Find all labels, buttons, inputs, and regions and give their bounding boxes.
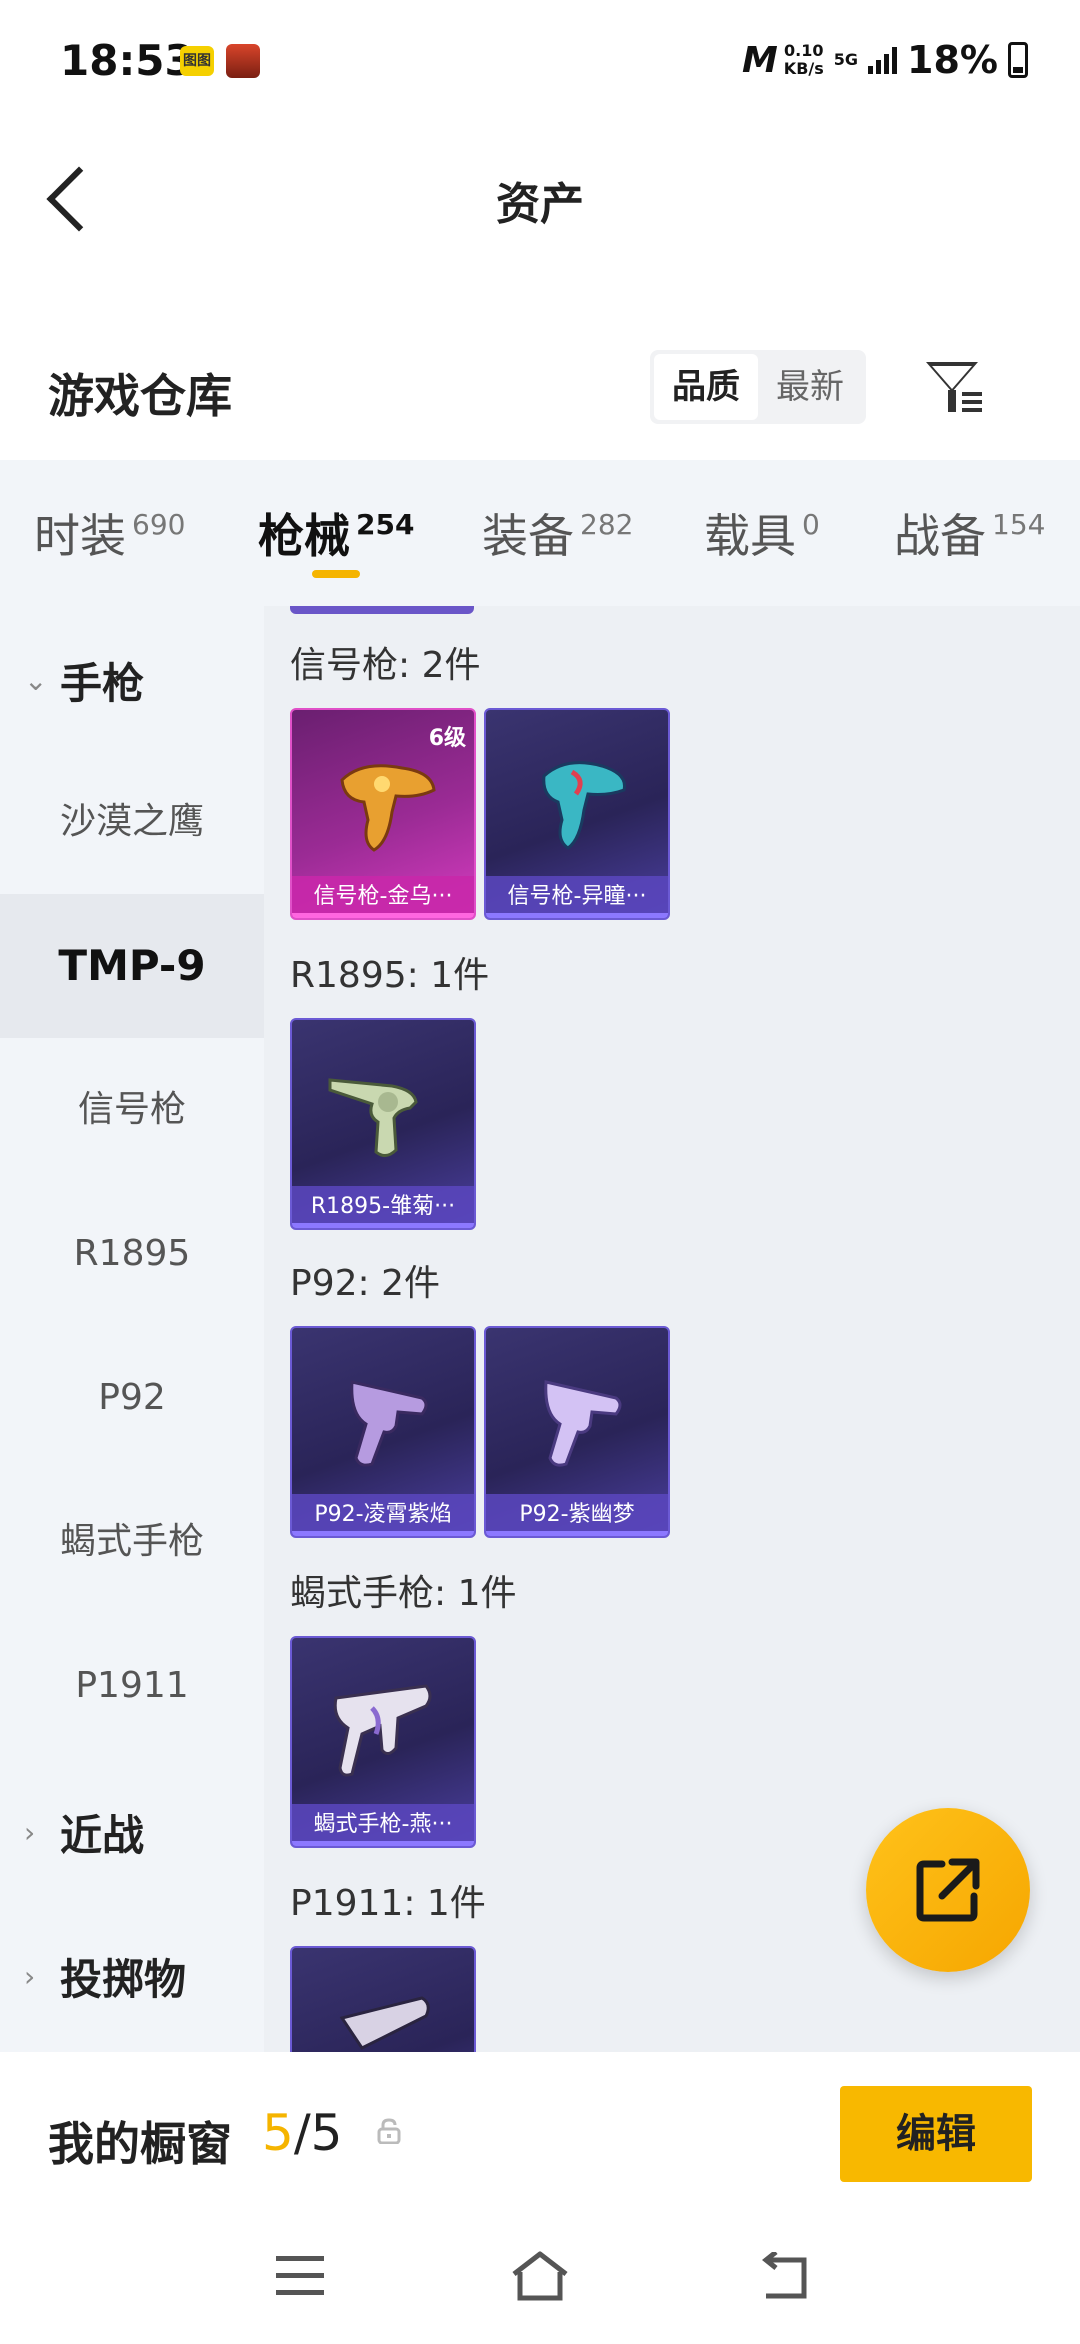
level-badge: 6级 bbox=[428, 726, 466, 751]
share-button[interactable] bbox=[866, 1808, 1030, 1972]
page-title: 资产 bbox=[496, 179, 584, 230]
scorpion-pistol-icon bbox=[333, 1684, 432, 1777]
weapon-card[interactable]: R1895-雏菊··· bbox=[290, 1018, 476, 1230]
weapon-card[interactable]: 6级 信号枪-金乌··· bbox=[290, 708, 476, 920]
home-icon[interactable] bbox=[510, 2250, 570, 2302]
sidebar-group-label: 手枪 bbox=[60, 659, 145, 708]
tab-label: 战备 bbox=[894, 509, 986, 563]
edit-button[interactable]: 编辑 bbox=[840, 2086, 1032, 2182]
sidebar-group-label: 投掷物 bbox=[60, 1955, 187, 2004]
network-speed: 0.10 KB/s bbox=[784, 42, 824, 78]
weapon-card-name: P92-紫幽梦 bbox=[486, 1494, 668, 1536]
weapon-card[interactable]: 信号枪-异瞳··· bbox=[484, 708, 670, 920]
cell-signal-icon bbox=[868, 46, 898, 74]
section-title: R1895: 1件 bbox=[290, 955, 490, 996]
system-nav-bar bbox=[0, 2222, 1080, 2344]
tab-label: 枪械 bbox=[258, 509, 350, 563]
sidebar-item-p1911[interactable]: P1911 bbox=[0, 1614, 264, 1758]
active-tab-indicator bbox=[312, 570, 360, 578]
tab-vehicles[interactable]: 载具 0 bbox=[704, 500, 820, 566]
tab-count: 690 bbox=[132, 508, 186, 541]
sidebar-item-scorpion[interactable]: 蝎式手枪 bbox=[0, 1470, 264, 1614]
battery-icon bbox=[1008, 42, 1028, 78]
network-type: 5G bbox=[833, 50, 859, 69]
tab-fashion[interactable]: 时装 690 bbox=[34, 500, 185, 566]
sidebar-group-pistol[interactable]: ⌄ 手枪 bbox=[0, 606, 264, 750]
showcase-current: 5 bbox=[262, 2104, 294, 2162]
weapon-card-name: 蝎式手枪-燕··· bbox=[292, 1804, 474, 1846]
tab-tactical[interactable]: 战备 154 bbox=[894, 500, 1045, 566]
showcase-label: 我的橱窗 bbox=[48, 2117, 232, 2171]
tab-firearms[interactable]: 枪械 254 bbox=[258, 500, 414, 566]
section-title: 蝎式手枪: 1件 bbox=[290, 1573, 517, 1614]
pistol-violet-icon bbox=[544, 1380, 622, 1467]
status-right-group: M 0.10 KB/s 5G 18% bbox=[742, 38, 1028, 82]
tab-label: 时装 bbox=[34, 509, 126, 563]
tab-label: 装备 bbox=[482, 509, 574, 563]
weapon-card-name: 信号枪-异瞳··· bbox=[486, 876, 668, 918]
showcase-separator: / bbox=[293, 2104, 311, 2162]
weapon-card-name: P92-凌霄紫焰 bbox=[292, 1494, 474, 1536]
tab-count: 154 bbox=[992, 508, 1046, 541]
tab-count: 254 bbox=[356, 508, 415, 541]
previous-card-edge bbox=[290, 606, 474, 614]
weapon-card[interactable]: P92-紫幽梦 bbox=[484, 1326, 670, 1538]
chevron-right-icon: › bbox=[24, 1816, 36, 1849]
status-time: 18:53 bbox=[60, 36, 194, 85]
external-link-icon bbox=[916, 1858, 980, 1922]
tab-count: 282 bbox=[580, 508, 634, 541]
sidebar-item-flare-gun[interactable]: 信号枪 bbox=[0, 1038, 264, 1182]
network-speed-value: 0.10 bbox=[784, 41, 824, 60]
back-icon[interactable] bbox=[756, 2252, 812, 2302]
weapon-card-name: 信号枪-金乌··· bbox=[292, 876, 474, 918]
showcase-total: 5 bbox=[310, 2104, 343, 2162]
weapon-card[interactable] bbox=[290, 1946, 476, 2052]
weapon-card-name: R1895-雏菊··· bbox=[292, 1186, 474, 1228]
tab-equipment[interactable]: 装备 282 bbox=[482, 500, 633, 566]
notification-app-icon: 图图 bbox=[180, 46, 214, 76]
battery-percent: 18% bbox=[907, 38, 998, 82]
sidebar-item-r1895[interactable]: R1895 bbox=[0, 1182, 264, 1326]
weapon-card[interactable]: P92-凌霄紫焰 bbox=[290, 1326, 476, 1538]
sort-toggle: 品质 最新 bbox=[650, 350, 866, 424]
sidebar-group-label: 近战 bbox=[60, 1811, 145, 1860]
sort-newest-button[interactable]: 最新 bbox=[758, 354, 862, 420]
section-title: P92: 2件 bbox=[290, 1263, 440, 1304]
tab-count: 0 bbox=[802, 508, 820, 541]
notification-game-icon bbox=[226, 44, 260, 78]
weapon-card[interactable]: 蝎式手枪-燕··· bbox=[290, 1636, 476, 1848]
sidebar-group-melee[interactable]: › 近战 bbox=[0, 1758, 264, 1902]
menu-icon[interactable] bbox=[276, 2256, 324, 2296]
app-header: 资产 bbox=[0, 120, 1080, 280]
signal-icon: M bbox=[741, 39, 778, 81]
category-tabs: 时装 690 枪械 254 装备 282 载具 0 战备 154 bbox=[0, 460, 1080, 606]
p1911-pistol-icon bbox=[339, 1996, 430, 2050]
sidebar-item-desert-eagle[interactable]: 沙漠之鹰 bbox=[0, 750, 264, 894]
chevron-right-icon: › bbox=[24, 1960, 36, 1993]
warehouse-title: 游戏仓库 bbox=[48, 369, 232, 423]
section-title: P1911: 1件 bbox=[290, 1883, 486, 1924]
sidebar-item-p92[interactable]: P92 bbox=[0, 1326, 264, 1470]
status-bar: 18:53 图图 M 0.10 KB/s 5G 18% bbox=[0, 0, 1080, 120]
weapon-sidebar: ⌄ 手枪 沙漠之鹰 TMP-9 信号枪 R1895 P92 蝎式手枪 P1911… bbox=[0, 606, 264, 2052]
flare-gun-teal-icon bbox=[542, 761, 627, 850]
chevron-down-icon: ⌄ bbox=[24, 664, 48, 697]
section-title: 信号枪: 2件 bbox=[290, 645, 481, 686]
filter-icon[interactable] bbox=[922, 356, 986, 420]
flare-gun-gold-icon bbox=[340, 764, 436, 852]
showcase-count: 5/5 bbox=[262, 2104, 342, 2162]
warehouse-row: 游戏仓库 品质 最新 bbox=[0, 330, 1080, 460]
lock-icon bbox=[377, 2118, 401, 2144]
pistol-purple-icon bbox=[350, 1380, 428, 1467]
showcase-bar: 我的橱窗 5/5 编辑 bbox=[0, 2052, 1080, 2222]
tab-label: 载具 bbox=[704, 509, 796, 563]
sort-quality-button[interactable]: 品质 bbox=[654, 354, 758, 420]
revolver-icon bbox=[328, 1078, 418, 1157]
sidebar-group-throwable[interactable]: › 投掷物 bbox=[0, 1902, 264, 2046]
sidebar-item-tmp9[interactable]: TMP-9 bbox=[0, 894, 264, 1038]
network-speed-unit: KB/s bbox=[783, 59, 824, 78]
